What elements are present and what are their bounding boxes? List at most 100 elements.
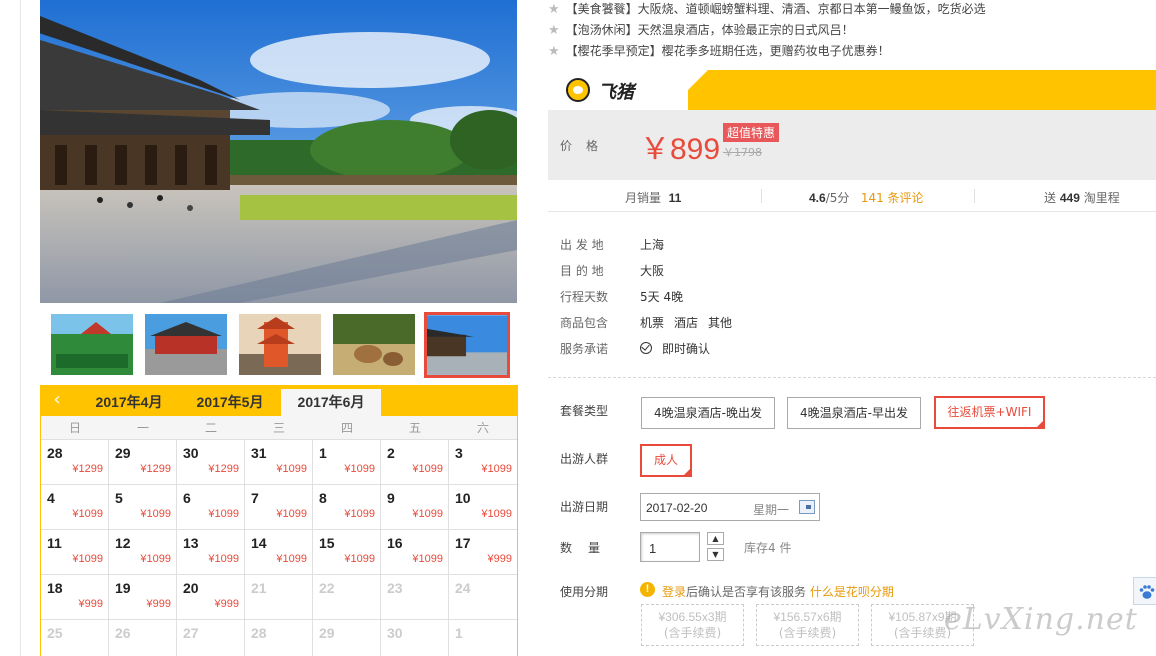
calendar-day-number: 22 xyxy=(319,580,335,596)
calendar-day-cell[interactable]: 7 ¥1099 xyxy=(245,485,313,530)
calendar-day-number: 4 xyxy=(47,490,55,506)
detail-includes: 商品包含 机票 酒店 其他 xyxy=(560,314,742,331)
calendar-day-cell[interactable]: 20 ¥999 xyxy=(177,575,245,620)
paw-float-button[interactable] xyxy=(1133,577,1156,605)
thumbnail-1[interactable] xyxy=(51,314,133,375)
calendar-day-price: ¥1099 xyxy=(208,508,239,520)
detail-key: 目 的 地 xyxy=(560,264,604,278)
calendar-day-price: ¥1099 xyxy=(140,553,171,565)
calendar-day-cell[interactable]: 16 ¥1099 xyxy=(381,530,449,575)
star-icon: ★ xyxy=(548,2,560,17)
paw-icon xyxy=(1139,585,1155,599)
service-value: 即时确认 xyxy=(662,342,711,356)
installment-plan-3[interactable]: ¥306.55x3期 (含手续费) xyxy=(641,604,744,646)
weekday-label: 五 xyxy=(408,421,421,435)
monthly-sales-value: 11 xyxy=(668,191,682,205)
calendar-day-cell[interactable]: 5 ¥1099 xyxy=(109,485,177,530)
quantity-up-button[interactable]: ▲ xyxy=(707,532,724,545)
travelers-label: 出游人群 xyxy=(560,452,609,466)
calendar-day-price: ¥1099 xyxy=(481,463,512,475)
calendar-day-number: 15 xyxy=(319,535,335,551)
traveler-option-adult[interactable]: 成人 xyxy=(640,444,692,477)
quantity-label: 数 量 xyxy=(560,541,603,555)
date-field[interactable]: 2017-02-20 星期一 xyxy=(640,493,820,521)
weekday-label: 二 xyxy=(204,421,217,435)
weekday-label: 日 xyxy=(68,421,81,435)
calendar-day-number: 10 xyxy=(455,490,471,506)
star-icon: ★ xyxy=(548,44,560,59)
calendar-tab-may[interactable]: 2017年5月 xyxy=(180,389,280,416)
calendar-day-cell: 29 xyxy=(313,620,381,656)
site-watermark: eLvXing.net xyxy=(944,602,1138,637)
thumbnail-2[interactable] xyxy=(145,314,227,375)
calendar-day-cell[interactable]: 2 ¥1099 xyxy=(381,440,449,485)
calendar-tab-april[interactable]: 2017年4月 xyxy=(79,389,179,416)
calendar-day-price: ¥1099 xyxy=(276,463,307,475)
detail-service: 服务承诺 即时确认 xyxy=(560,340,720,357)
calendar-day-number: 19 xyxy=(115,580,131,596)
calendar-day-cell[interactable]: 31 ¥1099 xyxy=(245,440,313,485)
fliggy-logo-icon xyxy=(566,78,590,102)
calendar-day-price: ¥999 xyxy=(214,598,239,610)
calendar-day-cell[interactable]: 18 ¥999 xyxy=(41,575,109,620)
detail-value: 5天 4晚 xyxy=(640,290,684,304)
thumbnail-4[interactable] xyxy=(333,314,415,375)
detail-key: 商品包含 xyxy=(560,316,609,330)
calendar-day-cell: 28 xyxy=(245,620,313,656)
calendar-day-number: 9 xyxy=(387,490,395,506)
calendar-day-cell[interactable]: 8 ¥1099 xyxy=(313,485,381,530)
thumbnail-5-selected[interactable] xyxy=(424,312,510,378)
calendar-day-cell[interactable]: 17 ¥999 xyxy=(449,530,517,575)
calendar-day-cell[interactable]: 10 ¥1099 xyxy=(449,485,517,530)
brand-name: 飞猪 xyxy=(598,82,634,103)
calendar-day-number: 12 xyxy=(115,535,131,551)
calendar-day-number: 6 xyxy=(183,490,191,506)
rating-suffix: /5分 xyxy=(825,191,850,205)
package-option-2[interactable]: 4晚温泉酒店-早出发 xyxy=(787,397,921,429)
quantity-down-button[interactable]: ▼ xyxy=(707,548,724,561)
calendar-day-number: 20 xyxy=(183,580,199,596)
calendar-day-cell: 27 xyxy=(177,620,245,656)
calendar-day-cell[interactable]: 4 ¥1099 xyxy=(41,485,109,530)
installment-amount: ¥156.57x6期 xyxy=(773,610,842,624)
calendar-day-cell[interactable]: 14 ¥1099 xyxy=(245,530,313,575)
installment-plan-6[interactable]: ¥156.57x6期 (含手续费) xyxy=(756,604,859,646)
monthly-sales: 月销量 11 xyxy=(625,189,681,206)
weekday-label: 六 xyxy=(476,421,489,435)
calendar-icon[interactable] xyxy=(799,500,815,514)
huabei-help-link[interactable]: 什么是花呗分期 xyxy=(810,585,894,599)
calendar-day-cell[interactable]: 19 ¥999 xyxy=(109,575,177,620)
thumbnail-3[interactable] xyxy=(239,314,321,375)
calendar-day-cell[interactable]: 13 ¥1099 xyxy=(177,530,245,575)
calendar-day-cell: 25 xyxy=(41,620,109,656)
installment-notice: 登录后确认是否享有该服务 什么是花呗分期 xyxy=(662,583,894,600)
calendar-day-cell[interactable]: 6 ¥1099 xyxy=(177,485,245,530)
calendar-tab-june[interactable]: 2017年6月 xyxy=(281,389,381,416)
calendar-day-number: 14 xyxy=(251,535,267,551)
calendar-prev-icon[interactable]: ‹ xyxy=(47,390,67,410)
calendar-day-cell[interactable]: 9 ¥1099 xyxy=(381,485,449,530)
calendar-day-price: ¥1099 xyxy=(140,508,171,520)
package-option-1[interactable]: 4晚温泉酒店-晚出发 xyxy=(641,397,775,429)
quantity-input[interactable]: 1 xyxy=(640,532,700,562)
calendar-day-cell[interactable]: 12 ¥1099 xyxy=(109,530,177,575)
calendar-day-price: ¥1099 xyxy=(72,553,103,565)
calendar-day-number: 21 xyxy=(251,580,267,596)
detail-key: 行程天数 xyxy=(560,290,609,304)
calendar-day-cell[interactable]: 1 ¥1099 xyxy=(313,440,381,485)
calendar-day-cell[interactable]: 28 ¥1299 xyxy=(41,440,109,485)
calendar-day-cell[interactable]: 29 ¥1299 xyxy=(109,440,177,485)
calendar-day-cell[interactable]: 15 ¥1099 xyxy=(313,530,381,575)
price-calendar: ‹ 2017年4月 2017年5月 2017年6月 日 一 二 三 四 五 六 … xyxy=(40,385,518,656)
calendar-day-cell[interactable]: 30 ¥1299 xyxy=(177,440,245,485)
reviews-link[interactable]: 141 条评论 xyxy=(861,191,924,205)
package-option-3-selected[interactable]: 往返机票+WIFI xyxy=(934,396,1045,429)
calendar-day-number: 2 xyxy=(387,445,395,461)
calendar-day-price: ¥1299 xyxy=(208,463,239,475)
login-link[interactable]: 登录 xyxy=(662,585,686,599)
weekday-label: 四 xyxy=(340,421,353,435)
thumbnail-strip xyxy=(40,310,517,380)
calendar-day-cell[interactable]: 11 ¥1099 xyxy=(41,530,109,575)
promo-text: 【樱花季早预定】樱花季多班期任选，更赠药妆电子优惠券！ xyxy=(565,44,890,58)
calendar-day-cell[interactable]: 3 ¥1099 xyxy=(449,440,517,485)
